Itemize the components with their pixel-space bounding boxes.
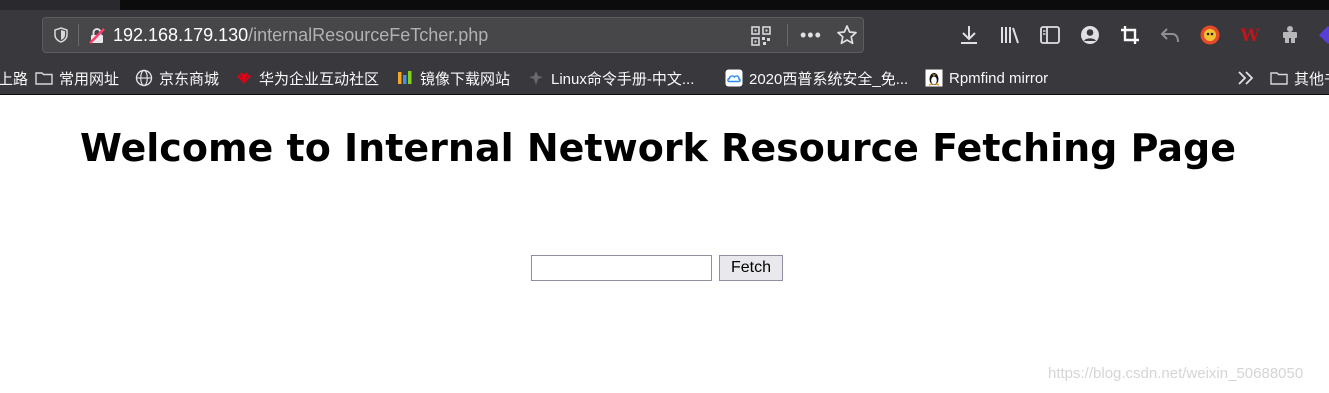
extension-puzzle-icon[interactable] bbox=[1279, 24, 1301, 46]
bookmark-item-mirror[interactable]: 镜像下载网站 bbox=[396, 68, 510, 88]
page-title: Welcome to Internal Network Resource Fet… bbox=[79, 126, 1237, 170]
bookmark-item-security-course[interactable]: 2020西普系统安全_免... bbox=[725, 68, 908, 88]
huawei-icon bbox=[237, 72, 251, 84]
linux-icon bbox=[529, 71, 543, 85]
account-icon[interactable] bbox=[1079, 24, 1101, 46]
browser-toolbar: 192.168.179.130/internalResourceFeTcher.… bbox=[0, 0, 1329, 62]
bookmark-item-common-sites[interactable]: 常用网址 bbox=[35, 68, 119, 88]
screenshot-icon[interactable] bbox=[1119, 24, 1141, 46]
url-separator-2 bbox=[787, 24, 788, 46]
undo-icon[interactable] bbox=[1159, 24, 1181, 46]
bookmark-label: Rpmfind mirror bbox=[949, 69, 1049, 87]
bookmark-item-other-bookmarks[interactable]: 其他书 bbox=[1270, 68, 1329, 88]
extension-icon[interactable] bbox=[1199, 24, 1221, 46]
mirror-icon bbox=[398, 71, 412, 84]
cloud-icon bbox=[725, 69, 743, 87]
url-host: 192.168.179.130 bbox=[113, 25, 249, 45]
watermark: https://blog.csdn.net/weixin_50688050 bbox=[1048, 365, 1304, 382]
url-text[interactable]: 192.168.179.130/internalResourceFeTcher.… bbox=[113, 24, 488, 46]
library-icon[interactable] bbox=[999, 24, 1021, 46]
bookmark-label: 其他书 bbox=[1294, 70, 1329, 88]
sidebar-icon[interactable] bbox=[1039, 24, 1061, 46]
bookmark-label: 京东商城 bbox=[159, 70, 220, 88]
resource-url-input[interactable] bbox=[531, 255, 712, 281]
fetch-form: Fetch bbox=[531, 255, 783, 281]
bookmark-item-rpmfind[interactable]: Rpmfind mirror bbox=[925, 68, 1048, 88]
bookmark-label: 华为企业互动社区 bbox=[259, 70, 380, 88]
bookmark-item-huawei[interactable]: 华为企业互动社区 bbox=[235, 68, 379, 88]
more-bookmarks-chevron-icon[interactable] bbox=[1236, 69, 1256, 87]
extension-w-icon[interactable]: W bbox=[1239, 24, 1261, 46]
penguin-icon bbox=[925, 69, 943, 87]
bookmark-label: 2020西普系统安全_免... bbox=[749, 70, 909, 88]
extension-purple-icon[interactable] bbox=[1317, 24, 1329, 46]
fetch-button[interactable]: Fetch bbox=[719, 255, 783, 281]
globe-icon bbox=[135, 69, 153, 87]
url-path: /internalResourceFeTcher.php bbox=[248, 25, 489, 45]
download-icon[interactable] bbox=[958, 24, 980, 46]
bookmark-star-icon[interactable] bbox=[836, 24, 858, 46]
folder-icon bbox=[1270, 72, 1288, 85]
svg-text:W: W bbox=[1239, 26, 1260, 46]
bookmark-item-partial[interactable]: 上路 bbox=[0, 68, 28, 88]
bookmark-item-linux-manual[interactable]: Linux命令手册-中文... bbox=[527, 68, 694, 88]
active-tab-edge bbox=[0, 0, 120, 10]
qr-code-icon[interactable] bbox=[751, 26, 771, 46]
folder-icon bbox=[35, 72, 53, 85]
more-actions-icon[interactable]: ••• bbox=[800, 26, 824, 44]
bookmarks-bar: 上路 常用网址 京东商城 华为企业互动社区 镜像下载网站 Linux命令手册-中… bbox=[0, 62, 1329, 95]
bookmark-label: 常用网址 bbox=[59, 70, 120, 88]
bookmark-item-jd[interactable]: 京东商城 bbox=[135, 68, 219, 88]
shield-icon[interactable] bbox=[53, 27, 69, 43]
bookmark-label: 镜像下载网站 bbox=[420, 70, 511, 88]
bookmark-label: 上路 bbox=[0, 70, 29, 88]
url-bar[interactable]: 192.168.179.130/internalResourceFeTcher.… bbox=[42, 17, 864, 53]
bookmark-label: Linux命令手册-中文... bbox=[551, 70, 695, 88]
insecure-connection-icon[interactable] bbox=[88, 27, 106, 45]
tab-strip bbox=[0, 0, 1329, 10]
url-separator bbox=[78, 24, 79, 46]
